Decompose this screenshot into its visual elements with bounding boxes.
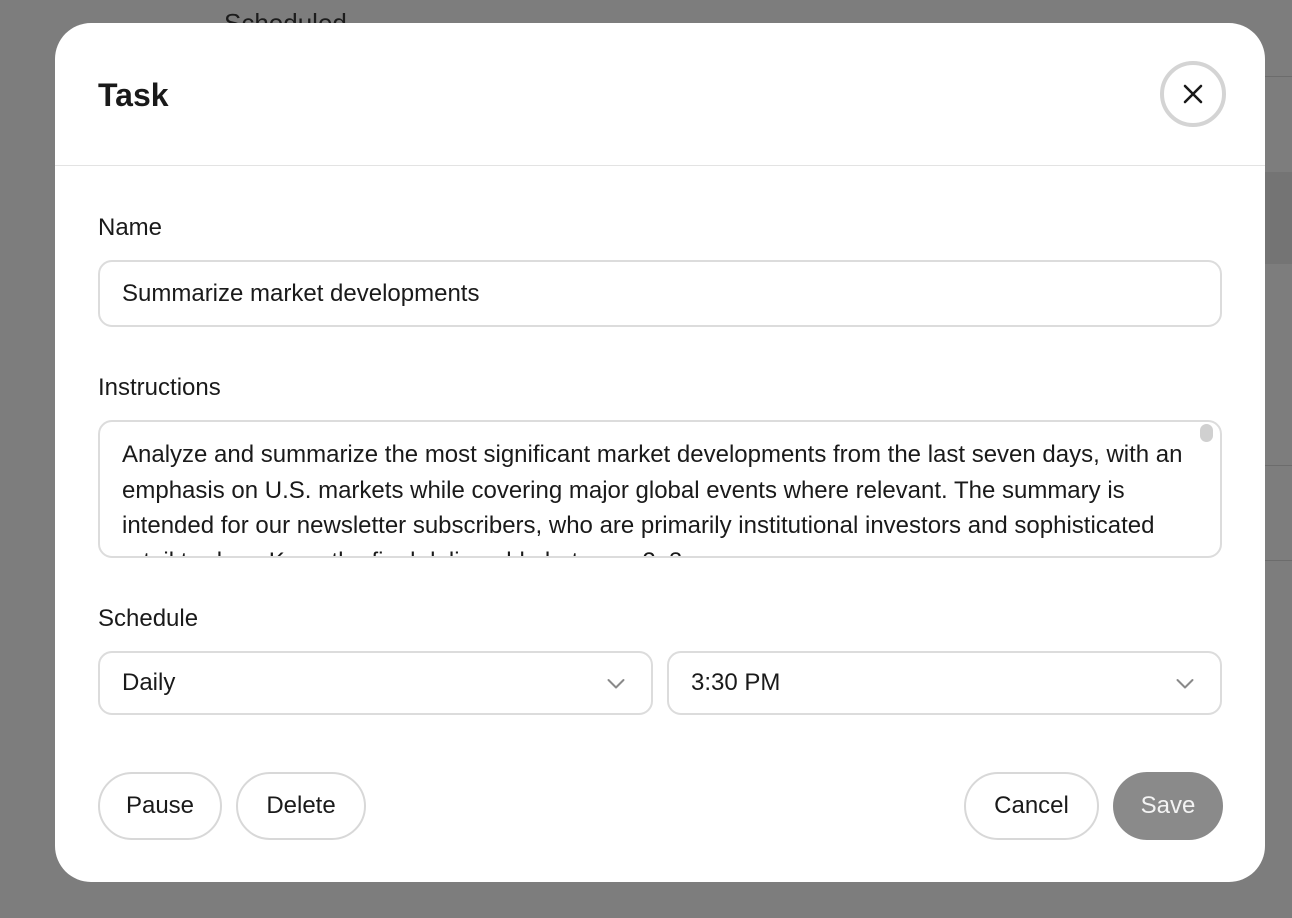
chevron-down-icon xyxy=(1176,679,1194,689)
delete-button[interactable]: Delete xyxy=(236,772,366,840)
pause-button[interactable]: Pause xyxy=(98,772,222,840)
cancel-button[interactable]: Cancel xyxy=(964,772,1099,840)
instructions-label: Instructions xyxy=(98,374,221,401)
name-label: Name xyxy=(98,214,163,241)
save-button[interactable]: Save xyxy=(1113,772,1223,840)
frequency-select[interactable]: Daily xyxy=(98,651,653,715)
name-input[interactable]: Summarize market developments xyxy=(98,260,1222,327)
time-value: 3:30 PM xyxy=(691,669,781,696)
close-button[interactable] xyxy=(1160,61,1226,127)
schedule-label: Schedule xyxy=(98,605,199,632)
frequency-value: Daily xyxy=(122,669,176,696)
background-row-highlight xyxy=(1265,172,1292,264)
dialog-title: Task xyxy=(98,77,169,113)
close-icon xyxy=(1183,84,1203,104)
instructions-scrollbar[interactable] xyxy=(1200,424,1213,442)
time-select[interactable]: 3:30 PM xyxy=(667,651,1222,715)
dialog-header: Task xyxy=(55,23,1265,166)
chevron-down-icon xyxy=(607,679,625,689)
instructions-text: Analyze and summarize the most significa… xyxy=(122,441,1183,556)
background-divider xyxy=(1265,465,1292,466)
background-divider xyxy=(1265,560,1292,561)
background-divider xyxy=(1265,76,1292,77)
task-dialog: Task Name Summarize market developments … xyxy=(55,23,1265,882)
instructions-textarea[interactable]: Analyze and summarize the most significa… xyxy=(98,420,1222,558)
